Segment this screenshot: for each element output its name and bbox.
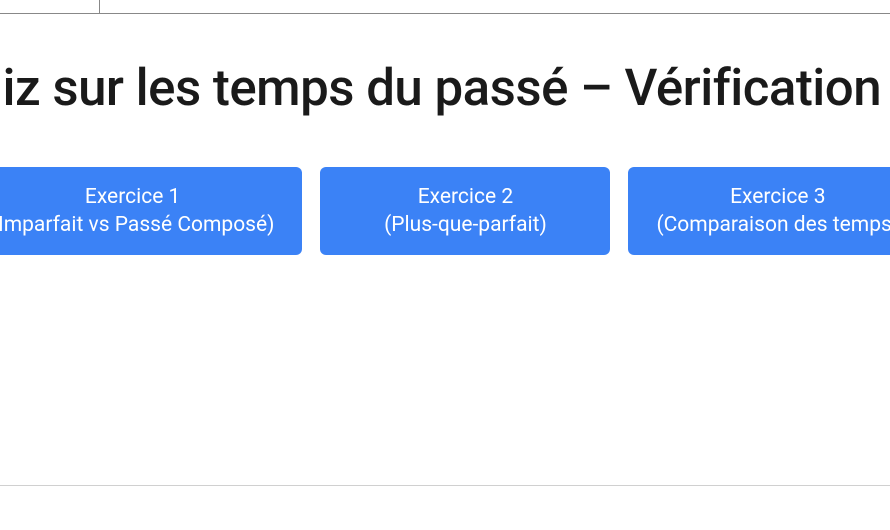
tab-exercice-1[interactable]: Exercice 1 (Imparfait vs Passé Composé) <box>0 167 302 256</box>
tab-exercice-2[interactable]: Exercice 2 (Plus-que-parfait) <box>320 167 610 256</box>
tab-label-line1: Exercice 3 <box>656 183 890 211</box>
tab-label-line1: Exercice 2 <box>348 183 582 211</box>
page-title: Quiz sur les temps du passé – Vérificati… <box>0 60 890 119</box>
exercise-tabs-row: Exercice 1 (Imparfait vs Passé Composé) … <box>0 167 890 256</box>
bottom-divider <box>0 485 890 486</box>
tab-label-line2: (Imparfait vs Passé Composé) <box>0 211 274 239</box>
main-content: Quiz sur les temps du passé – Vérificati… <box>0 0 890 255</box>
tab-exercice-3[interactable]: Exercice 3 (Comparaison des temps) <box>628 167 890 256</box>
tab-label-line2: (Comparaison des temps) <box>656 211 890 239</box>
tab-label-line1: Exercice 1 <box>0 183 274 211</box>
top-border <box>0 0 890 14</box>
top-border-segment <box>0 0 100 14</box>
tab-label-line2: (Plus-que-parfait) <box>348 211 582 239</box>
